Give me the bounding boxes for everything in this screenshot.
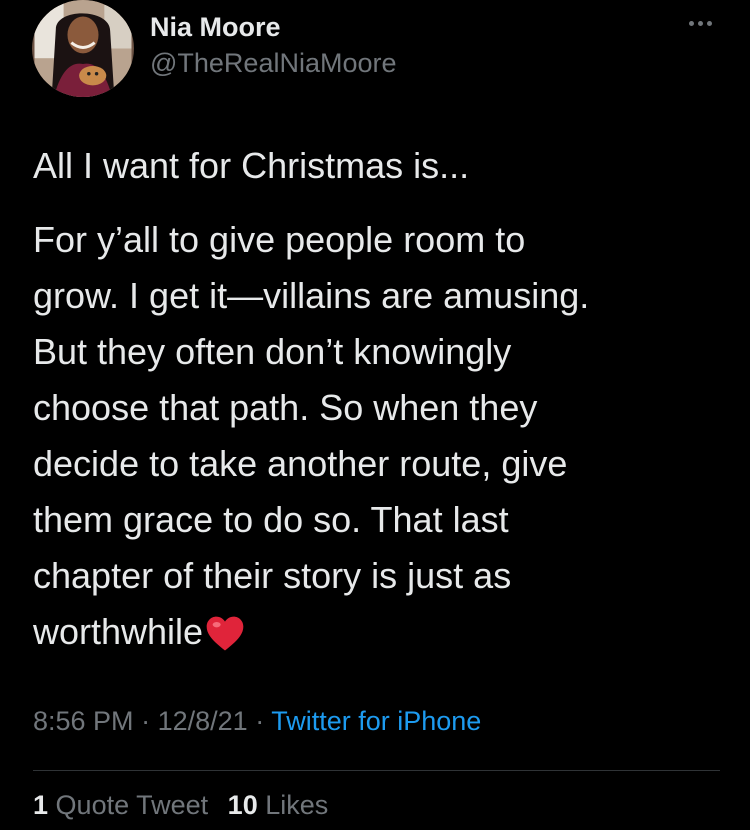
- tweet-date[interactable]: 12/8/21: [158, 706, 248, 736]
- meta-separator: ·: [255, 706, 265, 736]
- tweet-body-line: choose that path. So when they: [33, 387, 538, 428]
- tweet-body-line: them grace to do so. That last: [33, 499, 509, 540]
- tweet-body-line: chapter of their story is just as: [33, 555, 512, 596]
- more-options-icon[interactable]: [680, 8, 720, 38]
- tweet-time[interactable]: 8:56 PM: [33, 706, 134, 736]
- more-dot: [697, 20, 703, 26]
- tweet-body-line: For y’all to give people room to: [33, 219, 526, 260]
- avatar[interactable]: [32, 0, 134, 97]
- meta-separator: ·: [141, 706, 151, 736]
- likes-label: Likes: [265, 790, 329, 820]
- more-dot: [706, 20, 712, 26]
- tweet-body-line: But they often don’t knowingly: [33, 331, 512, 372]
- tweet-body-line: worthwhile: [33, 611, 204, 652]
- author-display-name[interactable]: Nia Moore: [150, 12, 281, 43]
- tweet-stats: 1 Quote Tweet 10 Likes: [33, 790, 340, 821]
- tweet-body-line: grow. I get it—villains are amusing.: [33, 275, 590, 316]
- tweet-body-line: decide to take another route, give: [33, 443, 568, 484]
- likes-count: 10: [227, 790, 258, 820]
- quote-tweets-label: Quote Tweet: [55, 790, 209, 820]
- author-handle[interactable]: @TheRealNiaMoore: [150, 48, 397, 79]
- divider: [33, 770, 720, 771]
- tweet-source-link[interactable]: Twitter for iPhone: [271, 706, 481, 736]
- tweet-body-last-line: worthwhile: [33, 604, 723, 660]
- likes-stat[interactable]: 10 Likes: [228, 790, 329, 820]
- tweet-metadata: 8:56 PM · 12/8/21 · Twitter for iPhone: [33, 706, 481, 737]
- quote-tweets-stat[interactable]: 1 Quote Tweet: [33, 790, 208, 820]
- tweet-body: For y’all to give people room to grow. I…: [33, 212, 723, 660]
- quote-tweets-count: 1: [33, 790, 49, 820]
- tweet-first-line: All I want for Christmas is...: [33, 145, 470, 186]
- avatar-photo: [34, 0, 132, 97]
- red-heart-icon: [206, 616, 244, 651]
- more-dot: [688, 20, 694, 26]
